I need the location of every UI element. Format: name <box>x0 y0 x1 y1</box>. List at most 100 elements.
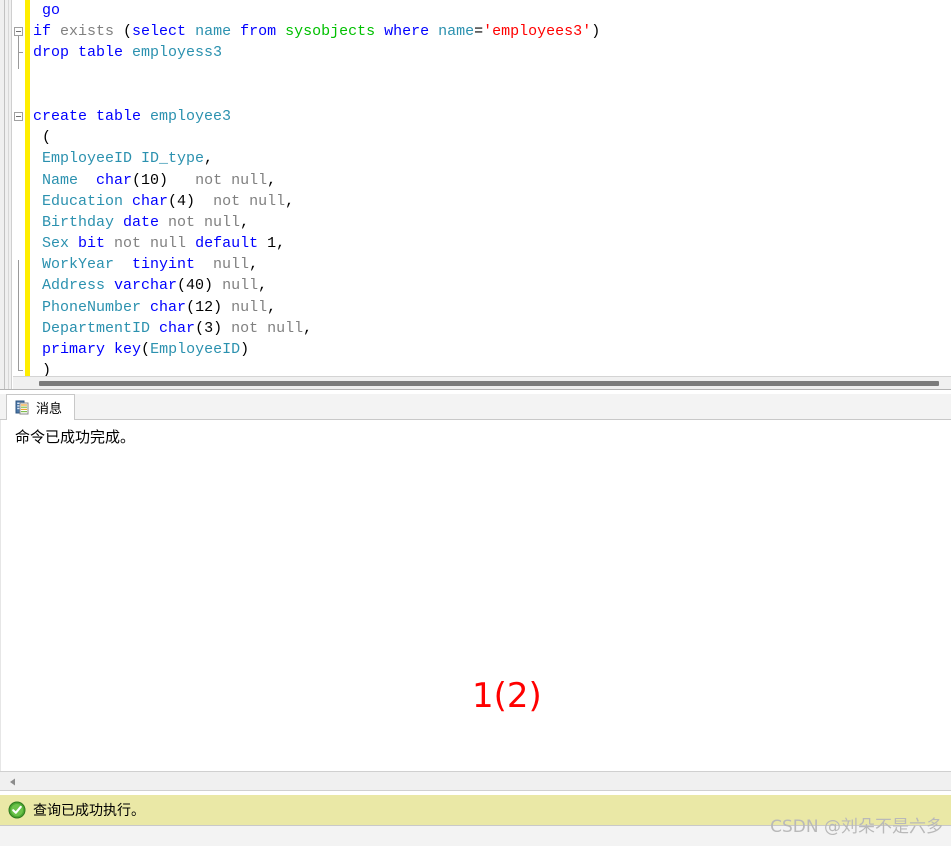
code-token: primary key <box>42 341 141 358</box>
messages-grid-icon <box>15 400 30 415</box>
tab-messages-label: 消息 <box>36 398 62 417</box>
code-line: Education char(4) not null, <box>33 191 951 212</box>
code-token: null <box>231 299 267 316</box>
code-token: (3) <box>195 320 231 337</box>
code-token: not null <box>168 214 240 231</box>
code-token: ( <box>141 341 150 358</box>
code-token: , <box>258 277 267 294</box>
results-pane: 消息 命令已成功完成。 <box>0 394 951 801</box>
editor-horizontal-scrollbar[interactable] <box>13 376 951 390</box>
code-token: (10) <box>132 172 186 189</box>
code-token: , <box>285 193 294 210</box>
fold-elbow <box>18 370 23 371</box>
code-line: EmployeeID ID_type, <box>33 148 951 169</box>
code-folding-gutter[interactable] <box>13 0 25 390</box>
results-horizontal-scrollbar[interactable] <box>0 771 951 791</box>
code-token: ( <box>123 23 132 40</box>
code-token: Sex <box>42 235 78 252</box>
message-line: 命令已成功完成。 <box>15 426 135 447</box>
code-token: (40) <box>177 277 222 294</box>
code-line: go <box>33 0 951 21</box>
code-token: Education <box>42 193 132 210</box>
code-token: employess3 <box>132 44 222 61</box>
code-token: not null <box>231 320 303 337</box>
code-token: ) <box>591 23 600 40</box>
code-token: where <box>384 23 438 40</box>
code-line: Name char(10) not null, <box>33 170 951 191</box>
fold-collapse-box[interactable] <box>14 27 23 36</box>
success-check-icon <box>8 801 26 819</box>
scroll-left-arrow-icon[interactable] <box>6 775 20 789</box>
code-line: ( <box>33 127 951 148</box>
code-token: char <box>159 320 195 337</box>
code-token: char <box>96 172 132 189</box>
code-token: , <box>303 320 312 337</box>
change-indicator-bar <box>25 0 30 390</box>
code-token: Name <box>42 172 96 189</box>
editor-bottom-border <box>0 389 951 390</box>
code-token: exists <box>60 23 123 40</box>
code-line: if exists (select name from sysobjects w… <box>33 21 951 42</box>
tab-messages[interactable]: 消息 <box>6 394 75 420</box>
code-token: null <box>204 256 249 273</box>
fold-line <box>18 36 19 69</box>
status-bar-text: 查询已成功执行。 <box>33 800 145 820</box>
code-token: char <box>132 193 168 210</box>
code-token: EmployeeID <box>150 341 240 358</box>
code-token: Address <box>42 277 114 294</box>
messages-output-area[interactable]: 命令已成功完成。 <box>0 420 951 775</box>
code-token: Birthday <box>42 214 123 231</box>
annotation-label: 1(2) <box>472 676 542 716</box>
code-token: WorkYear <box>42 256 132 273</box>
code-token: name <box>195 23 240 40</box>
code-line: Birthday date not null, <box>33 212 951 233</box>
code-token: , <box>267 299 276 316</box>
fold-line <box>18 260 19 370</box>
code-token: go <box>42 2 60 19</box>
code-token: drop table <box>33 44 132 61</box>
code-token: ) <box>240 341 249 358</box>
code-token: select <box>132 23 195 40</box>
code-token: if <box>33 23 60 40</box>
code-token: date <box>123 214 168 231</box>
code-token: name <box>438 23 474 40</box>
code-token: not null <box>186 172 267 189</box>
code-token: = <box>474 23 483 40</box>
code-token: 'employees3' <box>483 23 591 40</box>
editor-left-splitter[interactable] <box>0 0 12 390</box>
code-line: create table employee3 <box>33 106 951 127</box>
code-token: sysobjects <box>285 23 384 40</box>
splitter-line-2 <box>8 0 9 390</box>
code-line <box>33 64 951 85</box>
editor-scroll-thumb[interactable] <box>39 381 939 386</box>
code-token: ( <box>42 129 51 146</box>
code-line: DepartmentID char(3) not null, <box>33 318 951 339</box>
watermark-text: CSDN @刘朵不是六多 <box>770 812 943 837</box>
code-line <box>33 85 951 106</box>
code-token: create table <box>33 108 150 125</box>
results-tab-strip: 消息 <box>0 394 951 420</box>
code-token: from <box>240 23 285 40</box>
code-line: drop table employess3 <box>33 42 951 63</box>
code-token: tinyint <box>132 256 204 273</box>
code-line: Address varchar(40) null, <box>33 275 951 296</box>
code-token: not null <box>204 193 285 210</box>
code-token: not null <box>114 235 195 252</box>
code-line: PhoneNumber char(12) null, <box>33 297 951 318</box>
code-token: (12) <box>186 299 231 316</box>
code-token: char <box>150 299 186 316</box>
code-token: default <box>195 235 267 252</box>
code-line: WorkYear tinyint null, <box>33 254 951 275</box>
sql-editor-pane[interactable]: goif exists (select name from sysobjects… <box>0 0 951 390</box>
code-token: EmployeeID ID_type <box>42 150 204 167</box>
code-token: , <box>249 256 258 273</box>
code-token: , <box>240 214 249 231</box>
code-line: primary key(EmployeeID) <box>33 339 951 360</box>
code-token: , <box>204 150 213 167</box>
fold-collapse-box[interactable] <box>14 112 23 121</box>
code-token: bit <box>78 235 114 252</box>
code-token: PhoneNumber <box>42 299 150 316</box>
code-token: employee3 <box>150 108 231 125</box>
sql-code-text[interactable]: goif exists (select name from sysobjects… <box>33 0 951 376</box>
splitter-line-1 <box>4 0 5 390</box>
